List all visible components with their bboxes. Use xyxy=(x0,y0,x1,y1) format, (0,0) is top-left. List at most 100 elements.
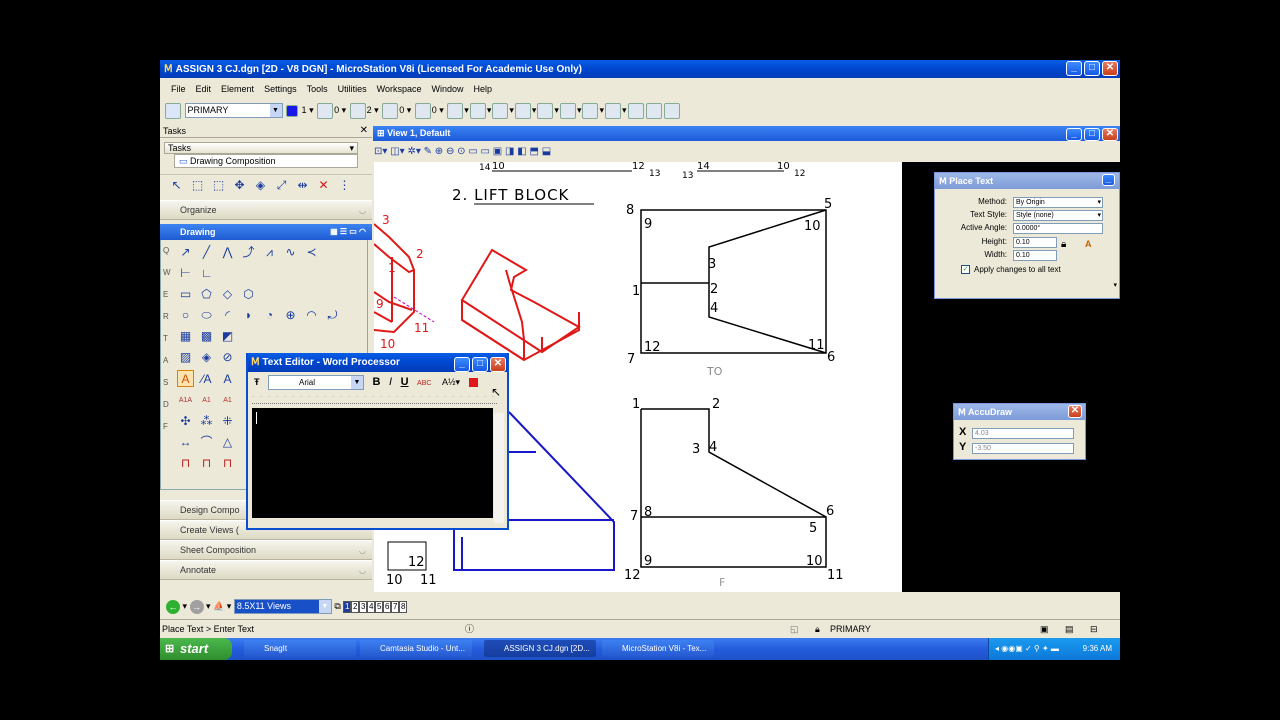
line-weight-icon[interactable] xyxy=(349,102,366,119)
font-select[interactable]: Arial ▼ xyxy=(268,375,365,391)
tool-icon-5[interactable] xyxy=(537,102,554,119)
view-previous-icon[interactable]: ◨ xyxy=(505,146,514,157)
arc-icon[interactable]: ◜ xyxy=(219,307,236,324)
half-ellipse-icon[interactable]: ◗ xyxy=(240,307,257,324)
status-icon-3[interactable]: ⊟ xyxy=(1090,620,1098,638)
start-button[interactable]: ⊞ start xyxy=(160,638,232,660)
fence-2-icon[interactable]: ⬚ xyxy=(210,177,227,194)
view-settings-icon[interactable]: ✲▾ xyxy=(407,146,420,157)
drawing-view-icons[interactable]: ▦ ☰ ▭ ◠ xyxy=(330,224,366,240)
cell-3-icon[interactable]: ◩ xyxy=(219,328,236,345)
sheet-icon[interactable]: ⛵ xyxy=(213,601,224,611)
flag-1-icon[interactable]: ⊓ xyxy=(177,455,194,472)
tool-icon-7[interactable] xyxy=(582,102,599,119)
fence-icon[interactable]: ⬚ xyxy=(189,177,206,194)
tool-icon-2[interactable] xyxy=(469,102,486,119)
delete-icon[interactable]: ✕ xyxy=(315,177,332,194)
status-icon-2[interactable]: ▤ xyxy=(1065,620,1074,638)
cell-2-icon[interactable]: ▩ xyxy=(198,328,215,345)
modify-arc-icon[interactable]: ⊕ xyxy=(282,307,299,324)
grid-icon[interactable] xyxy=(645,102,662,119)
place-smartline-icon[interactable]: ↗ xyxy=(177,244,194,261)
section-sheet[interactable]: Sheet Composition ◡ xyxy=(160,540,372,560)
view-button-4[interactable]: 4 xyxy=(367,600,376,613)
snap-3-icon[interactable]: ⁜ xyxy=(219,413,236,430)
text-4-icon[interactable]: A1 xyxy=(198,392,215,409)
menu-tools[interactable]: Tools xyxy=(307,84,328,94)
scale-icon[interactable]: ⤢ xyxy=(273,177,290,194)
menu-edit[interactable]: Edit xyxy=(196,84,212,94)
view-button-1[interactable]: 1 xyxy=(343,600,352,613)
status-info-icon[interactable]: ⓘ xyxy=(465,620,474,638)
place-text-minimize[interactable]: _ xyxy=(1102,174,1115,186)
view-close-button[interactable]: ✕ xyxy=(1102,128,1118,141)
level-combo[interactable]: PRIMARY ▼ xyxy=(184,103,283,119)
text-input-area[interactable] xyxy=(252,408,493,518)
tasks-dropdown[interactable]: Tasks ▾ xyxy=(164,142,358,154)
tool-icon-8[interactable] xyxy=(605,102,621,119)
view-maximize-button[interactable]: □ xyxy=(1084,128,1100,141)
accudraw-x-input[interactable]: 4.03 xyxy=(972,428,1074,439)
save-status-icon[interactable]: ▣ xyxy=(1040,620,1049,638)
window-icon[interactable]: ⧉ xyxy=(334,601,340,611)
accudraw-y-input[interactable]: -3.50 xyxy=(972,443,1074,454)
width-input[interactable]: 0.10 xyxy=(1013,250,1057,261)
maximize-button[interactable]: □ xyxy=(1084,61,1100,76)
no-snap-icon[interactable] xyxy=(663,102,680,119)
spline-icon[interactable]: ∿ xyxy=(282,244,299,261)
pattern-2-icon[interactable]: ◈ xyxy=(198,349,215,366)
tray-icons[interactable]: ◂ ◉◉▣ ✓ ⚲ ✦ ▬ xyxy=(989,644,1059,653)
text-editor-title-bar[interactable]: Ⅿ Text Editor - Word Processor _ □ ✕ xyxy=(248,353,507,372)
window-area-icon[interactable]: ⊙ xyxy=(457,146,465,157)
view-attrs-icon[interactable]: ⊡▾ xyxy=(374,146,387,157)
menu-element[interactable]: Element xyxy=(221,84,254,94)
text-editor-maximize[interactable]: □ xyxy=(472,357,488,372)
place-text-tool-icon[interactable]: A xyxy=(177,370,194,387)
section-organize[interactable]: Organize ◡ xyxy=(160,200,372,220)
multiline-icon[interactable]: ⋀ xyxy=(219,244,236,261)
text-editor-scrollbar[interactable] xyxy=(494,413,504,523)
accudraw-title-bar[interactable]: Ⅿ AccuDraw ✕ xyxy=(954,404,1085,420)
lock-ratio-icon[interactable]: 🔒︎ xyxy=(1061,239,1066,250)
flag-3-icon[interactable]: ⊓ xyxy=(219,455,236,472)
zoom-out-icon[interactable]: ⊖ xyxy=(446,146,454,157)
text-editor-minimize[interactable]: _ xyxy=(454,357,470,372)
quarter-ellipse-icon[interactable]: ◔ xyxy=(261,307,278,324)
text-style-select[interactable]: Style (none) ▾ xyxy=(1013,210,1103,221)
line-style-icon[interactable] xyxy=(317,102,334,119)
view-button-2[interactable]: 2 xyxy=(351,600,360,613)
pattern-icon[interactable]: ▨ xyxy=(177,349,194,366)
camera-icon[interactable]: ⬓ xyxy=(542,146,551,157)
modify-radius-icon[interactable]: ◠ xyxy=(303,307,320,324)
view-title-bar[interactable]: ⊞ View 1, Default _ □ ✕ xyxy=(373,126,1120,141)
stacked-fraction-icon[interactable]: A½▾ xyxy=(442,377,460,387)
menu-help[interactable]: Help xyxy=(474,84,493,94)
accudraw-close[interactable]: ✕ xyxy=(1068,405,1082,418)
dim-2-icon[interactable]: ⌒ xyxy=(198,434,215,451)
views-combo[interactable]: 8.5X11 Views ▼ xyxy=(233,599,332,615)
lock-icon[interactable]: 🔒︎ xyxy=(815,620,820,638)
dimension-icon[interactable]: ⊢ xyxy=(177,265,194,282)
angle-dim-icon[interactable]: ∟ xyxy=(198,265,215,282)
pan-view-icon[interactable]: ▣ xyxy=(493,146,502,157)
text-style-icon[interactable]: A xyxy=(1085,239,1092,249)
fit-view-icon[interactable]: ▭ xyxy=(468,146,477,157)
active-angle-input[interactable]: 0.0000° xyxy=(1013,223,1103,234)
view-button-3[interactable]: 3 xyxy=(359,600,368,613)
minimize-button[interactable]: _ xyxy=(1066,61,1082,76)
pan-icon[interactable]: ◈ xyxy=(252,177,269,194)
snap-icon[interactable]: ✣ xyxy=(177,413,194,430)
info-icon[interactable] xyxy=(627,102,644,119)
move-icon[interactable]: ✥ xyxy=(231,177,248,194)
priority-icon[interactable] xyxy=(414,102,431,119)
view-button-7[interactable]: 7 xyxy=(391,600,400,613)
circle-icon[interactable]: ○ xyxy=(177,307,194,324)
text-5-icon[interactable]: A1 xyxy=(219,392,236,409)
view-minimize-button[interactable]: _ xyxy=(1066,128,1082,141)
mirror-icon[interactable]: ⇹ xyxy=(294,177,311,194)
level-manager-icon[interactable] xyxy=(165,102,181,119)
taskbar-snagit[interactable]: SnagIt xyxy=(244,640,356,657)
block-icon[interactable]: ▭ xyxy=(177,286,194,303)
spell-check-button[interactable]: ABC xyxy=(417,380,431,387)
method-select[interactable]: By Origin ▾ xyxy=(1013,197,1103,208)
